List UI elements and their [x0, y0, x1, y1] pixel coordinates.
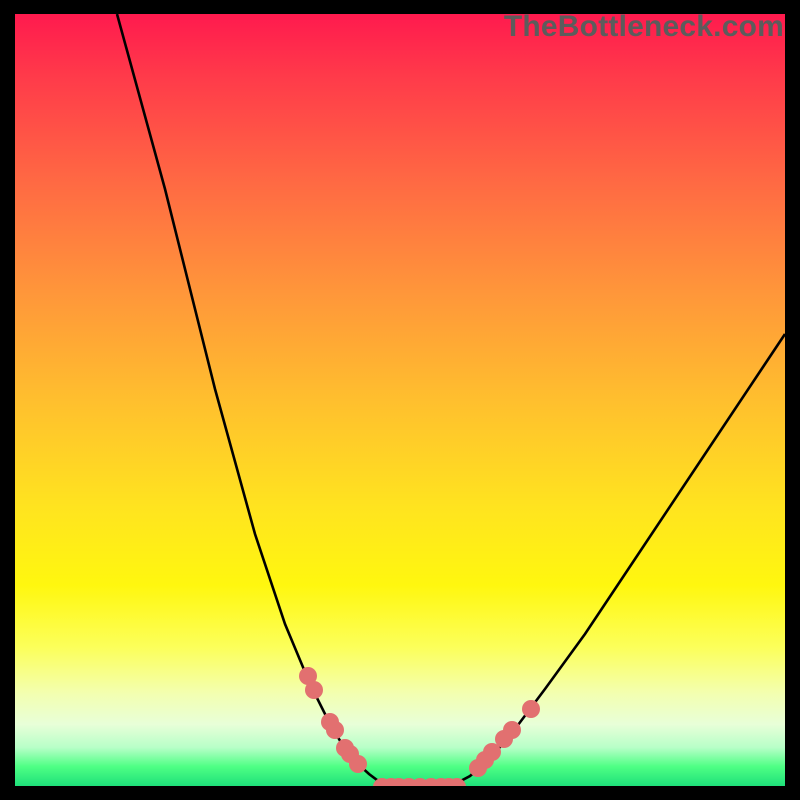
- chart-overlay: [15, 14, 785, 786]
- data-markers: [299, 667, 540, 786]
- chart-plot-area: [15, 14, 785, 786]
- curve-right: [443, 334, 785, 786]
- data-marker: [326, 721, 344, 739]
- data-marker: [305, 681, 323, 699]
- curve-left: [117, 14, 397, 786]
- data-marker: [503, 721, 521, 739]
- data-marker: [349, 755, 367, 773]
- chart-frame: TheBottleneck.com: [0, 0, 800, 800]
- data-marker: [522, 700, 540, 718]
- watermark-text: TheBottleneck.com: [504, 10, 784, 44]
